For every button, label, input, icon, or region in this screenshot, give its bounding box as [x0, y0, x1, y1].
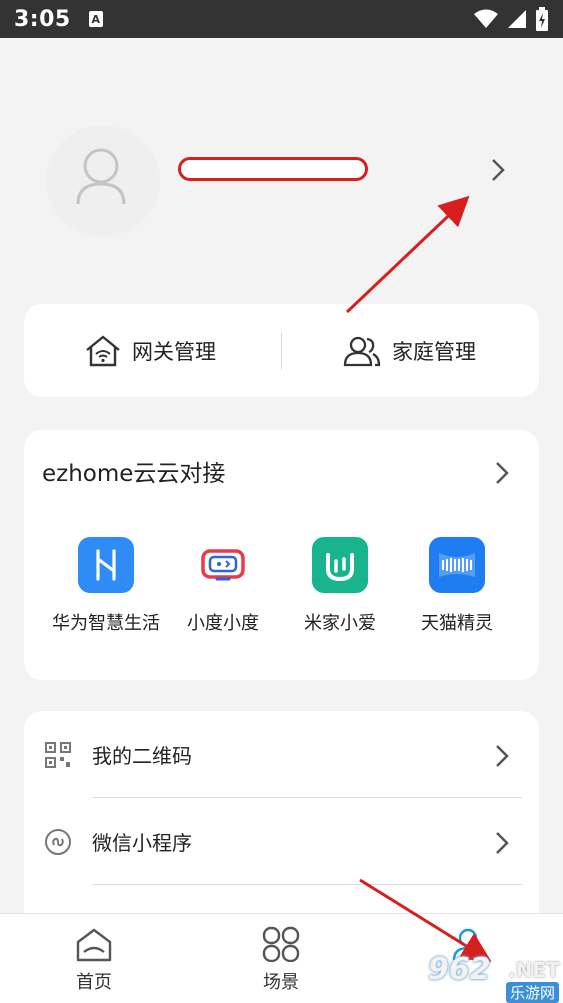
- profile-header[interactable]: [0, 120, 563, 236]
- status-time: 3:05: [14, 6, 71, 32]
- watermark-number: 962: [428, 952, 491, 987]
- app-label: 小度小度: [187, 613, 259, 634]
- tab-home[interactable]: 首页: [44, 926, 144, 994]
- qr-code-icon: [45, 742, 71, 768]
- chevron-right-icon[interactable]: [490, 458, 514, 488]
- status-icons: [473, 7, 549, 31]
- username-redacted: [178, 157, 368, 181]
- xiaodu-icon: [195, 537, 251, 593]
- divider: [92, 884, 522, 885]
- tab-label: 场景: [263, 972, 299, 993]
- list-item-my-qrcode[interactable]: 我的二维码: [24, 711, 539, 797]
- signal-icon: [508, 10, 526, 28]
- home-icon: [76, 928, 112, 962]
- settings-list-card: 我的二维码 微信小程序: [24, 711, 539, 931]
- chevron-right-icon: [496, 832, 509, 854]
- ezhome-cloud-card: ezhome云云对接 华为智慧生活 小度小度 米家小爱 天猫精灵: [24, 430, 539, 680]
- battery-charging-icon: [536, 7, 548, 31]
- gateway-management-label: 网关管理: [132, 339, 216, 364]
- mijia-icon: [312, 537, 368, 593]
- mini-program-icon: [45, 829, 71, 855]
- wifi-icon: [474, 9, 498, 28]
- gateway-home-icon: [86, 334, 120, 366]
- ezhome-title[interactable]: ezhome云云对接: [42, 454, 225, 488]
- user-avatar-icon: [76, 148, 126, 205]
- scene-icon: [262, 926, 300, 963]
- watermark-net: .NET: [508, 958, 560, 982]
- notification-a-icon: A: [88, 11, 103, 27]
- watermark-logo: 962 .NET 乐游网: [422, 952, 563, 1003]
- gateway-management-button[interactable]: 网关管理: [84, 304, 216, 397]
- app-label: 天猫精灵: [421, 613, 493, 634]
- app-huawei-smart-life[interactable]: 华为智慧生活: [46, 537, 166, 635]
- tab-scene[interactable]: 场景: [231, 926, 331, 994]
- watermark-site: 乐游网: [506, 982, 560, 1003]
- divider: [281, 332, 282, 370]
- huawei-hilink-icon: [78, 537, 134, 593]
- list-item-label: 微信小程序: [92, 831, 192, 855]
- avatar[interactable]: [46, 126, 160, 236]
- family-management-label: 家庭管理: [392, 339, 476, 364]
- chevron-right-icon: [496, 745, 509, 767]
- chevron-right-icon[interactable]: [486, 155, 510, 185]
- app-tmall-genie[interactable]: 天猫精灵: [397, 537, 517, 635]
- status-bar: 3:05 A: [0, 0, 563, 38]
- family-management-button[interactable]: 家庭管理: [342, 304, 476, 397]
- family-users-icon: [343, 336, 381, 366]
- tab-label: 首页: [76, 972, 112, 993]
- app-label: 华为智慧生活: [52, 613, 160, 634]
- list-item-label: 我的二维码: [92, 744, 192, 768]
- app-xiaodu[interactable]: 小度小度: [163, 537, 283, 635]
- app-mijia-xiaoai[interactable]: 米家小爱: [280, 537, 400, 635]
- tmall-genie-icon: [429, 537, 485, 593]
- app-label: 米家小爱: [304, 613, 376, 634]
- gateway-family-card: 网关管理 家庭管理: [24, 304, 539, 397]
- list-item-wechat-mini-program[interactable]: 微信小程序: [24, 798, 539, 884]
